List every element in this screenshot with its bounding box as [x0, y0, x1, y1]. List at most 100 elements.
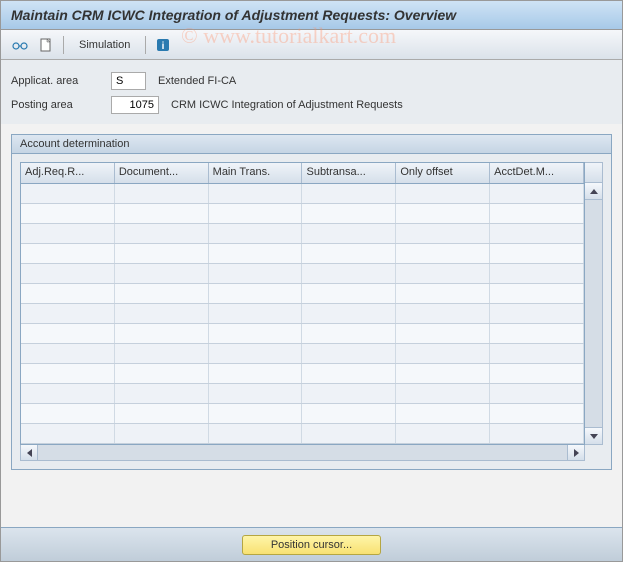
- table-row[interactable]: [21, 224, 584, 244]
- grid-cell[interactable]: [396, 384, 490, 403]
- grid-cell[interactable]: [490, 224, 584, 243]
- grid-cell[interactable]: [21, 384, 115, 403]
- grid-cell[interactable]: [396, 304, 490, 323]
- table-row[interactable]: [21, 324, 584, 344]
- table-row[interactable]: [21, 364, 584, 384]
- grid-cell[interactable]: [396, 264, 490, 283]
- grid-cell[interactable]: [209, 424, 303, 443]
- table-row[interactable]: [21, 244, 584, 264]
- grid-cell[interactable]: [490, 324, 584, 343]
- scroll-left-button[interactable]: [21, 445, 38, 460]
- horizontal-scrollbar[interactable]: [20, 445, 585, 461]
- grid-cell[interactable]: [490, 284, 584, 303]
- scrollbar-track[interactable]: [585, 200, 602, 427]
- table-row[interactable]: [21, 384, 584, 404]
- position-cursor-button[interactable]: Position cursor...: [242, 535, 381, 555]
- grid-cell[interactable]: [302, 244, 396, 263]
- table-row[interactable]: [21, 284, 584, 304]
- grid-cell[interactable]: [21, 284, 115, 303]
- grid-cell[interactable]: [21, 404, 115, 423]
- grid-cell[interactable]: [115, 424, 209, 443]
- table-row[interactable]: [21, 344, 584, 364]
- grid-cell[interactable]: [209, 304, 303, 323]
- grid-cell[interactable]: [115, 244, 209, 263]
- grid-cell[interactable]: [396, 404, 490, 423]
- grid-cell[interactable]: [21, 364, 115, 383]
- grid-cell[interactable]: [21, 424, 115, 443]
- grid-cell[interactable]: [115, 204, 209, 223]
- grid-cell[interactable]: [302, 304, 396, 323]
- grid-cell[interactable]: [21, 244, 115, 263]
- grid-cell[interactable]: [209, 224, 303, 243]
- applicat-area-input[interactable]: [111, 72, 146, 90]
- grid-cell[interactable]: [302, 364, 396, 383]
- grid-cell[interactable]: [209, 364, 303, 383]
- grid-cell[interactable]: [115, 264, 209, 283]
- grid-cell[interactable]: [490, 424, 584, 443]
- grid-cell[interactable]: [21, 224, 115, 243]
- grid-cell[interactable]: [115, 324, 209, 343]
- grid-cell[interactable]: [396, 424, 490, 443]
- grid-cell[interactable]: [115, 364, 209, 383]
- grid-cell[interactable]: [302, 284, 396, 303]
- grid-cell[interactable]: [209, 344, 303, 363]
- grid-cell[interactable]: [396, 284, 490, 303]
- scroll-up-button[interactable]: [585, 183, 602, 200]
- grid-header-cell[interactable]: Document...: [115, 163, 209, 183]
- grid-cell[interactable]: [115, 384, 209, 403]
- grid-cell[interactable]: [115, 284, 209, 303]
- grid-cell[interactable]: [21, 204, 115, 223]
- info-button[interactable]: i: [152, 35, 174, 55]
- grid-cell[interactable]: [396, 184, 490, 203]
- grid-cell[interactable]: [490, 344, 584, 363]
- grid-cell[interactable]: [302, 204, 396, 223]
- grid-cell[interactable]: [490, 184, 584, 203]
- table-row[interactable]: [21, 264, 584, 284]
- scroll-down-button[interactable]: [585, 427, 602, 444]
- grid-cell[interactable]: [302, 424, 396, 443]
- data-grid[interactable]: Adj.Req.R...Document...Main Trans.Subtra…: [20, 162, 585, 445]
- vertical-scrollbar[interactable]: [585, 162, 603, 445]
- grid-cell[interactable]: [115, 224, 209, 243]
- grid-cell[interactable]: [209, 264, 303, 283]
- grid-cell[interactable]: [396, 324, 490, 343]
- grid-cell[interactable]: [490, 404, 584, 423]
- grid-cell[interactable]: [209, 204, 303, 223]
- grid-cell[interactable]: [302, 324, 396, 343]
- grid-cell[interactable]: [115, 184, 209, 203]
- grid-header-cell[interactable]: Subtransa...: [302, 163, 396, 183]
- grid-cell[interactable]: [490, 204, 584, 223]
- grid-cell[interactable]: [21, 304, 115, 323]
- table-row[interactable]: [21, 184, 584, 204]
- grid-cell[interactable]: [209, 184, 303, 203]
- grid-cell[interactable]: [490, 244, 584, 263]
- grid-cell[interactable]: [302, 224, 396, 243]
- grid-cell[interactable]: [209, 384, 303, 403]
- scroll-right-button[interactable]: [567, 445, 584, 460]
- grid-cell[interactable]: [209, 244, 303, 263]
- grid-cell[interactable]: [302, 184, 396, 203]
- grid-cell[interactable]: [302, 404, 396, 423]
- table-row[interactable]: [21, 304, 584, 324]
- grid-header-cell[interactable]: Adj.Req.R...: [21, 163, 115, 183]
- grid-cell[interactable]: [396, 244, 490, 263]
- grid-cell[interactable]: [490, 364, 584, 383]
- grid-cell[interactable]: [490, 384, 584, 403]
- grid-cell[interactable]: [396, 204, 490, 223]
- grid-cell[interactable]: [302, 344, 396, 363]
- grid-cell[interactable]: [21, 264, 115, 283]
- table-row[interactable]: [21, 204, 584, 224]
- grid-cell[interactable]: [115, 304, 209, 323]
- grid-cell[interactable]: [209, 324, 303, 343]
- glasses-button[interactable]: [9, 35, 31, 55]
- grid-cell[interactable]: [490, 264, 584, 283]
- simulation-button[interactable]: Simulation: [70, 36, 139, 54]
- grid-cell[interactable]: [209, 404, 303, 423]
- posting-area-input[interactable]: [111, 96, 159, 114]
- grid-cell[interactable]: [209, 284, 303, 303]
- grid-header-cell[interactable]: Only offset: [396, 163, 490, 183]
- grid-cell[interactable]: [115, 404, 209, 423]
- grid-cell[interactable]: [396, 224, 490, 243]
- grid-cell[interactable]: [396, 344, 490, 363]
- grid-cell[interactable]: [396, 364, 490, 383]
